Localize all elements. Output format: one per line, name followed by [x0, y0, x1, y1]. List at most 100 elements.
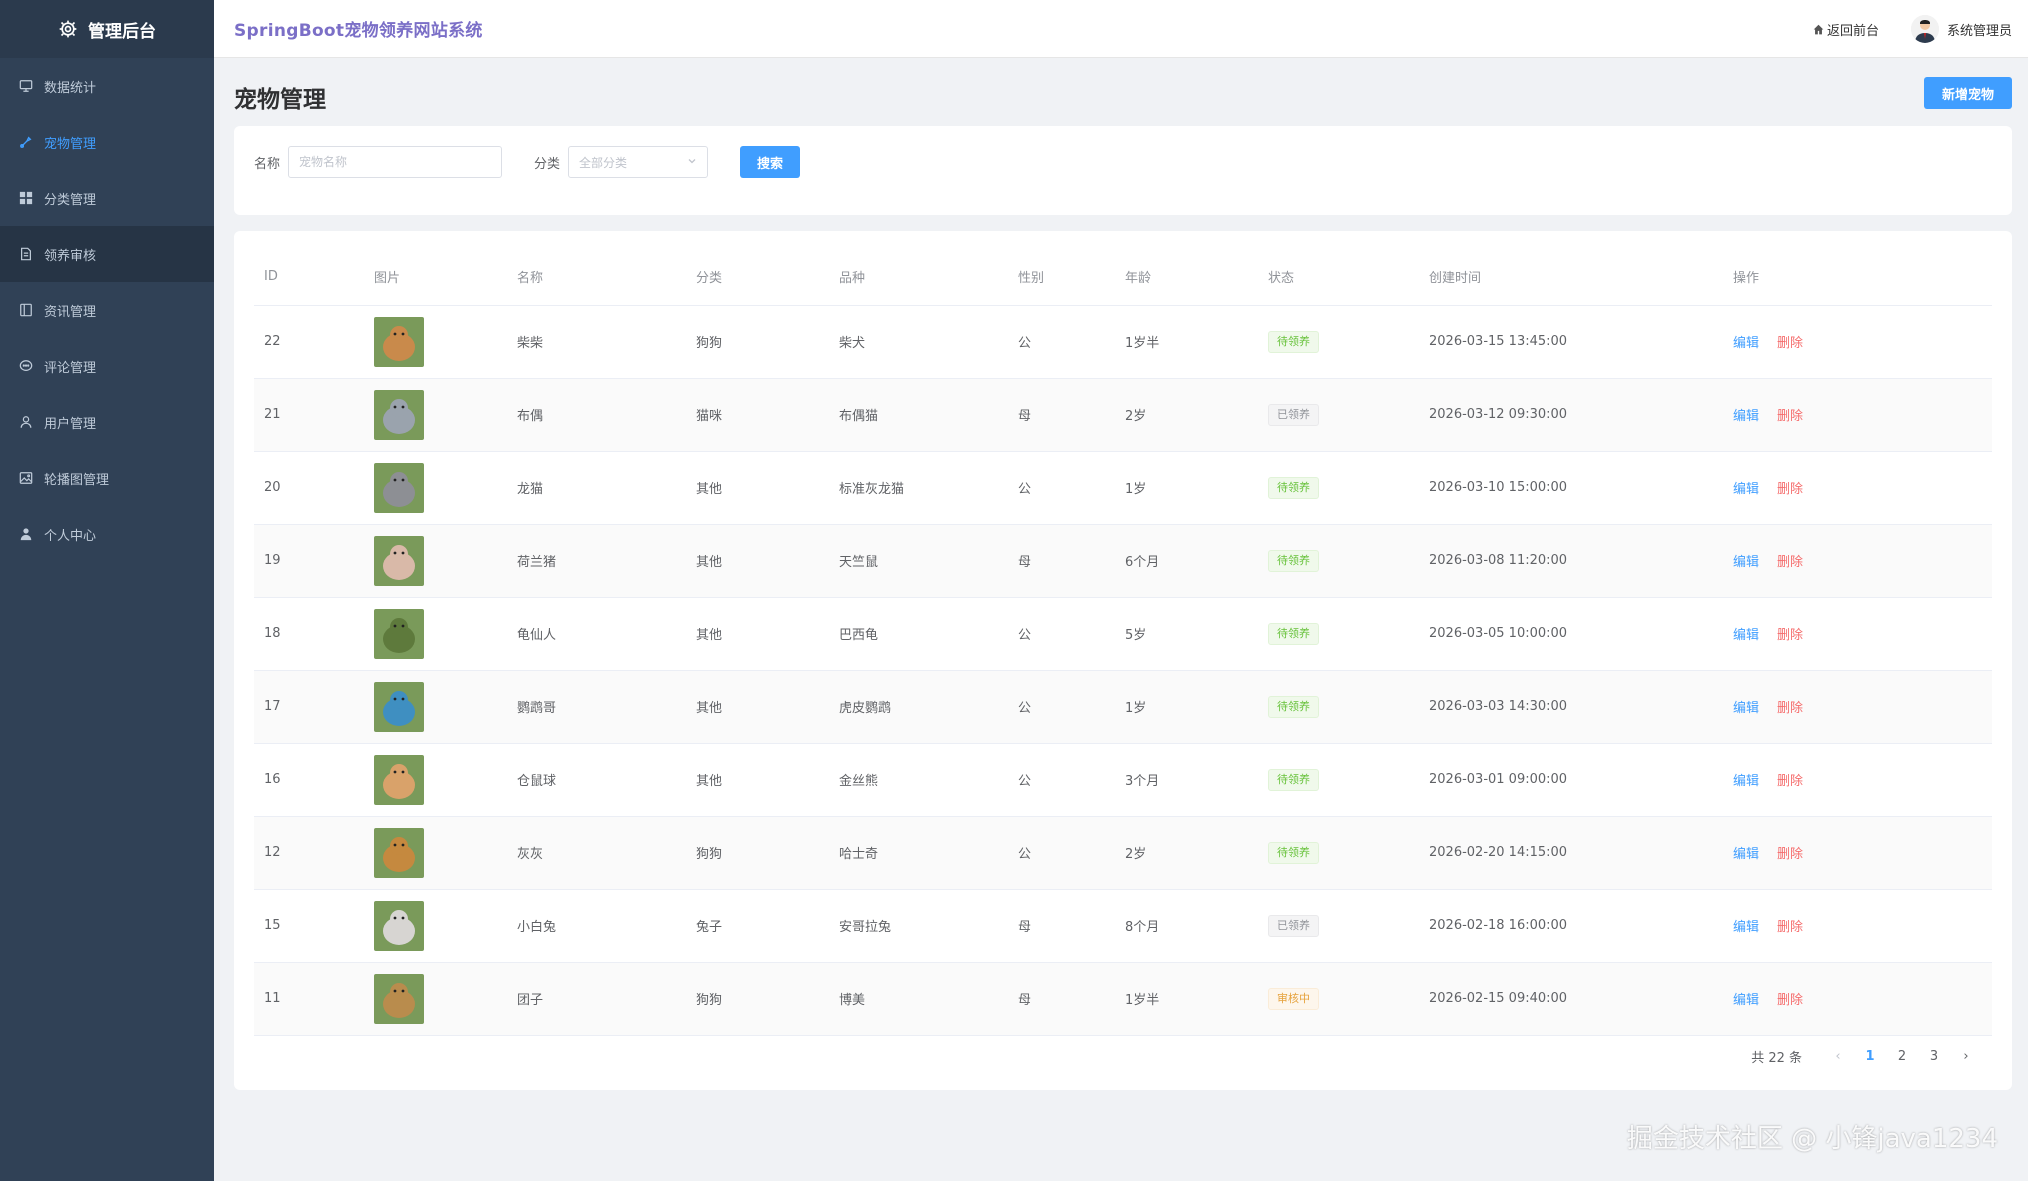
pet-thumbnail[interactable] — [374, 681, 424, 732]
delete-button[interactable]: 删除 — [1777, 409, 1803, 424]
cell-image — [364, 597, 507, 671]
cell-name: 小白兔 — [507, 889, 686, 963]
sidebar-item-comments[interactable]: 评论管理 — [0, 338, 214, 394]
sidebar-item-banners[interactable]: 轮播图管理 — [0, 450, 214, 506]
table-row: 20 龙猫 其他 标准灰龙猫公 1岁 待领养 2026-03-10 15:00:00 编辑 删除 — [254, 451, 1992, 525]
cell-image — [364, 378, 507, 452]
cell-status: 审核中 — [1258, 962, 1419, 1036]
cell-gender: 母 — [1008, 524, 1115, 598]
cell-actions: 编辑 删除 — [1723, 889, 1992, 963]
table-row: 15 小白兔 兔子 安哥拉兔母 8个月 已领养 2026-02-18 16:00:00 编辑 删… — [254, 889, 1992, 963]
delete-button[interactable]: 删除 — [1777, 774, 1803, 789]
edit-button[interactable]: 编辑 — [1733, 482, 1759, 497]
cell-gender: 母 — [1008, 378, 1115, 452]
cell-name: 灰灰 — [507, 816, 686, 890]
search-button[interactable]: 搜索 — [740, 146, 801, 178]
edit-button[interactable]: 编辑 — [1733, 774, 1759, 789]
col-age: 年龄 — [1115, 249, 1258, 306]
sidebar-item-news[interactable]: 资讯管理 — [0, 282, 214, 338]
col-name: 名称 — [507, 249, 686, 306]
cell-status: 待领养 — [1258, 743, 1419, 817]
delete-button[interactable]: 删除 — [1777, 336, 1803, 351]
cell-id: 19 — [254, 524, 364, 598]
delete-button[interactable]: 删除 — [1777, 847, 1803, 862]
pagination-total: 共 22 条 — [1751, 1050, 1802, 1066]
delete-button[interactable]: 删除 — [1777, 993, 1803, 1008]
cell-name: 荷兰猪 — [507, 524, 686, 598]
edit-button[interactable]: 编辑 — [1733, 336, 1759, 351]
table-row: 22 柴柴 狗狗 柴犬公 1岁半 待领养 2026-03-15 13:45:00 编辑 删除 — [254, 305, 1992, 379]
pet-thumbnail[interactable] — [374, 535, 424, 586]
pet-thumbnail[interactable] — [374, 754, 424, 805]
cell-age: 1岁半 — [1115, 305, 1258, 379]
sidebar-item-pets[interactable]: 宠物管理 — [0, 114, 214, 170]
pet-name-input[interactable] — [288, 146, 503, 178]
edit-button[interactable]: 编辑 — [1733, 993, 1759, 1008]
page-2[interactable]: 2 — [1886, 1049, 1918, 1064]
pet-thumbnail[interactable] — [374, 827, 424, 878]
edit-button[interactable]: 编辑 — [1733, 847, 1759, 862]
cell-status: 已领养 — [1258, 889, 1419, 963]
pet-thumbnail[interactable] — [374, 316, 424, 367]
sidebar-item-profile[interactable]: 个人中心 — [0, 506, 214, 562]
delete-button[interactable]: 删除 — [1777, 482, 1803, 497]
cell-created: 2026-03-01 09:00:00 — [1419, 743, 1723, 817]
cell-status: 已领养 — [1258, 378, 1419, 452]
edit-button[interactable]: 编辑 — [1733, 701, 1759, 716]
pet-thumbnail[interactable] — [374, 389, 424, 440]
sidebar-item-categories[interactable]: 分类管理 — [0, 170, 214, 226]
news-icon — [18, 302, 34, 318]
pet-thumbnail[interactable] — [374, 608, 424, 659]
cell-category: 狗狗 — [686, 305, 829, 379]
cell-name: 仓鼠球 — [507, 743, 686, 817]
cell-age: 5岁 — [1115, 597, 1258, 671]
cell-category: 兔子 — [686, 889, 829, 963]
pet-table: ID 图片 名称 分类 品种 性别 年龄 状态 创建时间 操作 22 柴柴 狗狗 柴犬… — [254, 249, 1992, 1036]
next-page-chevron-icon[interactable]: › — [1950, 1049, 1982, 1064]
cell-gender: 公 — [1008, 597, 1115, 671]
delete-button[interactable]: 删除 — [1777, 628, 1803, 643]
pet-thumbnail[interactable] — [374, 973, 424, 1024]
status-badge: 审核中 — [1268, 987, 1319, 1010]
page-3[interactable]: 3 — [1918, 1049, 1950, 1064]
filter-card: 名称 分类 全部分类 搜索 — [234, 126, 2012, 215]
page-1[interactable]: 1 — [1854, 1049, 1886, 1064]
cell-id: 11 — [254, 962, 364, 1036]
cell-status: 待领养 — [1258, 597, 1419, 671]
avatar — [1910, 15, 1939, 43]
document-icon — [18, 246, 34, 262]
delete-button[interactable]: 删除 — [1777, 555, 1803, 570]
prev-page-chevron-icon[interactable]: ‹ — [1822, 1049, 1854, 1064]
cell-category: 其他 — [686, 743, 829, 817]
sidebar-item-adoption-review[interactable]: 领养审核 — [0, 226, 214, 282]
person-icon — [18, 526, 34, 542]
user-menu[interactable]: 系统管理员 — [1910, 15, 2012, 43]
col-breed: 品种 — [829, 249, 1008, 306]
table-row: 16 仓鼠球 其他 金丝熊公 3个月 待领养 2026-03-01 09:00:00 编辑 删除 — [254, 743, 1992, 817]
edit-button[interactable]: 编辑 — [1733, 628, 1759, 643]
cell-breed: 布偶猫 — [829, 378, 1008, 452]
status-badge: 待领养 — [1268, 695, 1319, 718]
cell-image — [364, 451, 507, 525]
cell-category: 狗狗 — [686, 962, 829, 1036]
add-pet-button[interactable]: 新增宠物 — [1924, 77, 2012, 109]
edit-button[interactable]: 编辑 — [1733, 555, 1759, 570]
sidebar-item-users[interactable]: 用户管理 — [0, 394, 214, 450]
table-card: ID 图片 名称 分类 品种 性别 年龄 状态 创建时间 操作 22 柴柴 狗狗 柴犬… — [234, 231, 2012, 1090]
back-to-frontend-link[interactable]: 返回前台 — [1813, 20, 1879, 39]
cell-created: 2026-03-08 11:20:00 — [1419, 524, 1723, 598]
cell-id: 15 — [254, 889, 364, 963]
edit-button[interactable]: 编辑 — [1733, 920, 1759, 935]
delete-button[interactable]: 删除 — [1777, 920, 1803, 935]
cell-age: 1岁 — [1115, 670, 1258, 744]
cell-gender: 公 — [1008, 451, 1115, 525]
edit-button[interactable]: 编辑 — [1733, 409, 1759, 424]
table-row: 18 龟仙人 其他 巴西龟公 5岁 待领养 2026-03-05 10:00:00 编辑 删除 — [254, 597, 1992, 671]
pet-thumbnail[interactable] — [374, 900, 424, 951]
pet-thumbnail[interactable] — [374, 462, 424, 513]
category-select-value: 全部分类 — [579, 155, 628, 170]
grid-icon — [18, 190, 34, 206]
sidebar-item-stats[interactable]: 数据统计 — [0, 58, 214, 114]
delete-button[interactable]: 删除 — [1777, 701, 1803, 716]
category-select[interactable]: 全部分类 — [568, 146, 709, 178]
